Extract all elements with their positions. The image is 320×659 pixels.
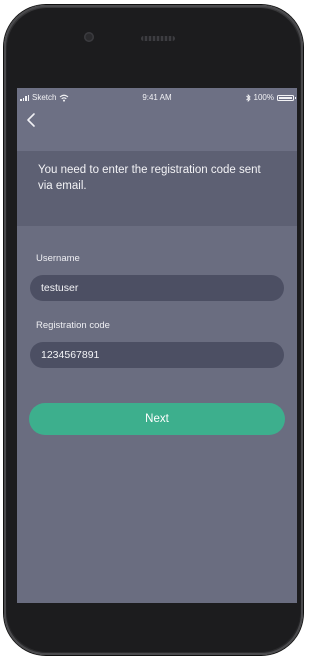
- phone-screen: Sketch 9:41 AM 100% You need to enter th…: [17, 88, 297, 603]
- registration-code-field[interactable]: [30, 342, 284, 368]
- info-message: You need to enter the registration code …: [38, 164, 261, 192]
- registration-code-label: Registration code: [36, 320, 110, 331]
- back-button[interactable]: [21, 109, 43, 131]
- username-field[interactable]: [30, 275, 284, 301]
- earpiece-speaker: [141, 36, 175, 41]
- bluetooth-icon: [245, 93, 251, 102]
- battery-percent: 100%: [253, 93, 274, 102]
- username-label: Username: [36, 253, 80, 264]
- status-bar: Sketch 9:41 AM 100%: [17, 91, 297, 105]
- next-button[interactable]: Next: [29, 403, 285, 435]
- battery-fill: [279, 96, 292, 99]
- chevron-left-icon: [27, 113, 35, 127]
- status-right: 100%: [245, 93, 296, 102]
- battery-icon: [277, 94, 296, 101]
- front-camera: [84, 32, 94, 42]
